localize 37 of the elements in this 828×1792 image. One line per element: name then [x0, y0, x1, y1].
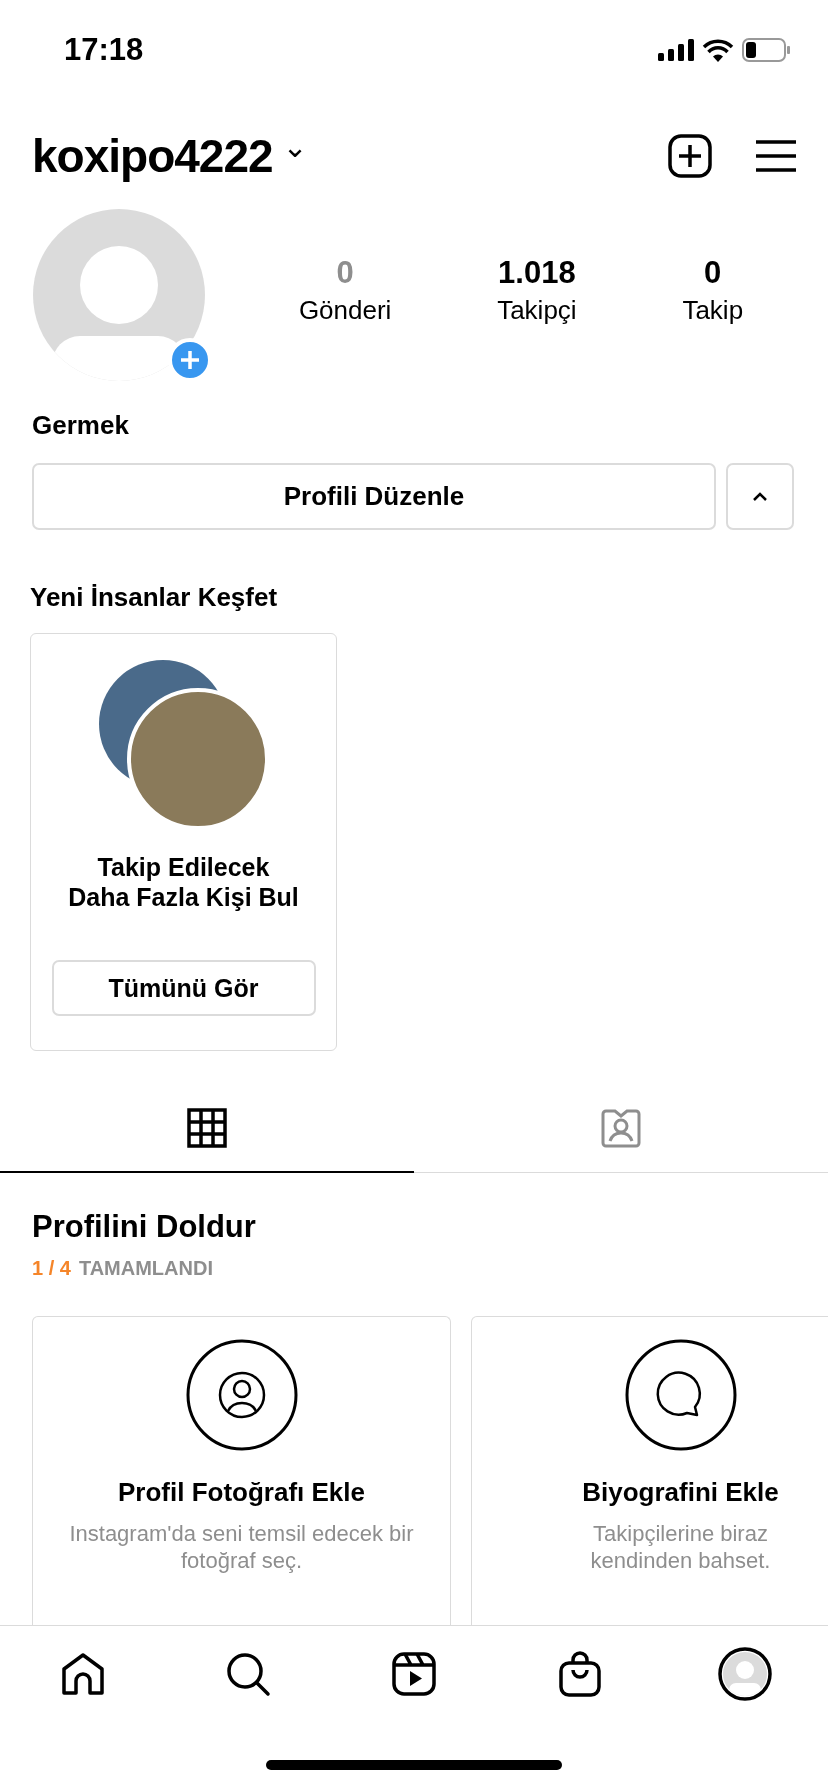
- card-description: Instagram'da seni temsil edecek bir fotoğraf seç.: [68, 1519, 415, 1575]
- menu-icon[interactable]: [756, 140, 796, 172]
- progress-count: 1 / 4: [32, 1256, 71, 1280]
- stat-count: 0: [704, 254, 722, 291]
- stat-label[interactable]: Takipçi: [497, 294, 577, 326]
- signal-icon: [658, 39, 694, 61]
- display-name: Germek: [31, 409, 130, 441]
- chevron-up-icon: [752, 491, 768, 502]
- grid-icon: [187, 1108, 227, 1148]
- person-circle-icon[interactable]: [185, 1338, 298, 1451]
- card-title: Profil Fotoğrafı Ekle: [118, 1476, 365, 1508]
- caret-icon[interactable]: ⌄: [282, 132, 308, 162]
- shopping-bag-icon: [557, 1651, 602, 1697]
- video-clip-icon: [391, 1651, 437, 1697]
- new-post-icon[interactable]: [668, 134, 712, 178]
- section-title: Profilini Doldur: [32, 1208, 257, 1245]
- search-icon: [225, 1651, 272, 1697]
- section-title: Yeni İnsanlar Keşfet: [29, 581, 279, 614]
- avatar-placeholder[interactable]: [32, 208, 206, 382]
- stat-count: 1.018: [498, 254, 576, 291]
- tagged-person-icon: [601, 1108, 641, 1148]
- edit-profile-button[interactable]: Profili Düzenle: [32, 463, 716, 530]
- username[interactable]: koxipo4222: [32, 129, 273, 183]
- battery-icon: [742, 38, 790, 62]
- speech-bubble-icon[interactable]: [624, 1338, 737, 1451]
- stat-label[interactable]: Takip: [682, 294, 744, 326]
- stat-label[interactable]: Gönderi: [298, 294, 392, 326]
- card-title: Biyografini Ekle: [582, 1476, 779, 1508]
- wifi-icon: [702, 38, 734, 62]
- stat-count: 0: [336, 254, 354, 291]
- status-time: 17:18: [64, 32, 144, 68]
- card-description: Takipçilerine biraz kendinden bahset.: [589, 1519, 772, 1575]
- see-all-button[interactable]: Tümünü Gör: [51, 960, 316, 1016]
- home-icon: [59, 1651, 106, 1697]
- avatar-placeholder: [718, 1647, 773, 1701]
- card-text: Takip Edilecek Daha Fazla Kişi Bul: [68, 852, 299, 912]
- progress-label: TAMAMLANDI: [78, 1256, 213, 1280]
